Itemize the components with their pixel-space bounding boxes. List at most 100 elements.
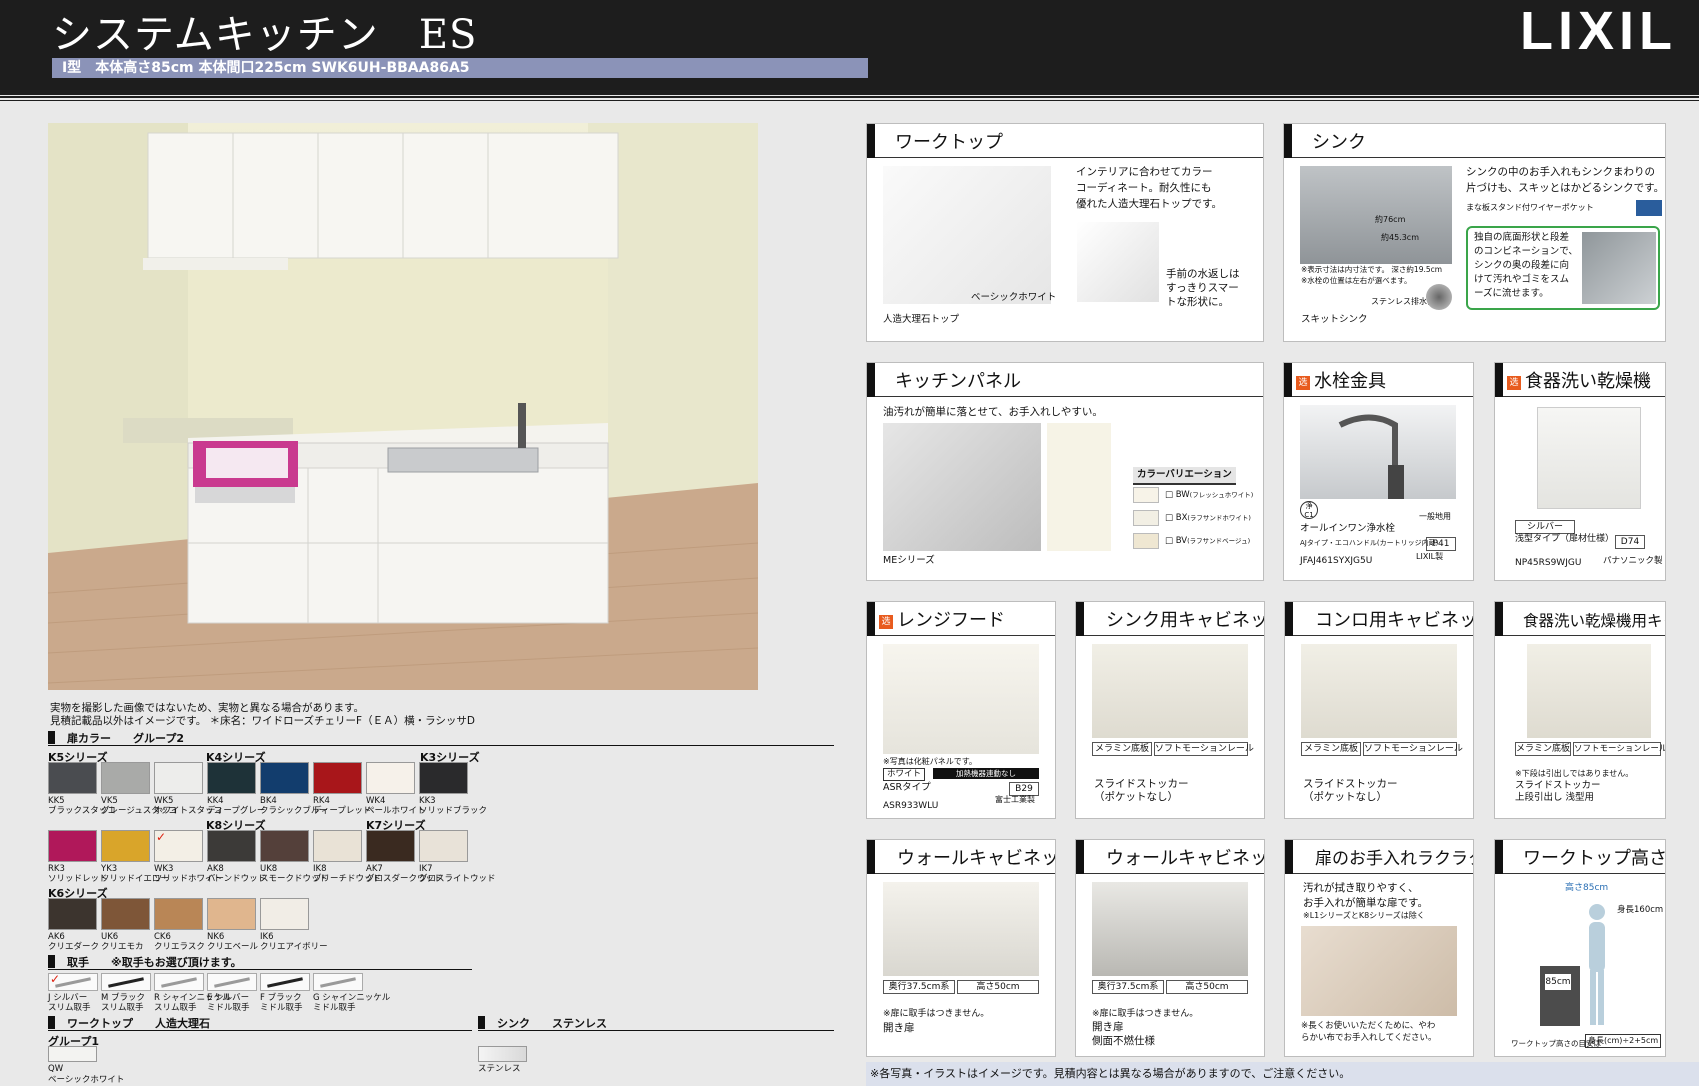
card-title: ワークトップ高さ (1495, 840, 1665, 874)
door-care-desc: お手入れが簡単な扉です。 (1303, 897, 1428, 909)
handle-swatch[interactable] (207, 973, 257, 991)
door-color-swatch[interactable] (154, 898, 203, 930)
panel-photo (883, 423, 1041, 551)
handle-label: スリム取手 (154, 1003, 197, 1013)
worktop-desc: 優れた人造大理石トップです。 (1076, 198, 1222, 210)
handle-bar (108, 977, 144, 988)
depth-tag: 奥行37.5cm系 (883, 980, 955, 994)
door-color-swatch[interactable] (419, 762, 468, 794)
door-care-photo (1301, 926, 1457, 1016)
swatch-name: クリエダーク (48, 942, 100, 952)
swatch-code: KK5 (48, 796, 65, 806)
swatch-code: WK3 (154, 864, 174, 874)
card-range-hood: 选レンジフード ※写真は化粧パネルです。 ホワイト 加熱機器連動なし ASRタイ… (866, 601, 1056, 819)
image-caption: 見積記載品以外はイメージです。 ＊床名：ワイドローズチェリーF（ＥＡ）横・ラシッ… (50, 715, 475, 727)
badge-icon (1636, 200, 1662, 216)
card-worktop-height: ワークトップ高さ 高さ85cm 身長160cm 85cm ワークトップ高さの目安… (1494, 839, 1666, 1057)
dishwasher-photo (1537, 407, 1641, 509)
page-ref: D74 (1615, 535, 1645, 549)
sink-name: ステンレス (478, 1064, 521, 1074)
door-color-swatch[interactable] (260, 830, 309, 862)
feature-tag: ソフトモーションレール (1363, 742, 1463, 756)
swatch-code: AK6 (48, 932, 65, 942)
header-rule (0, 96, 1699, 98)
sink-swatch[interactable] (478, 1046, 527, 1062)
handle-bar (267, 977, 303, 988)
feature-tag: メラミン底板 (1092, 742, 1152, 756)
swatch-code: NK6 (207, 932, 225, 942)
swatch-code: BK4 (260, 796, 277, 806)
door-color-swatch[interactable] (101, 830, 150, 862)
door-color-swatch[interactable] (313, 830, 362, 862)
handle-swatch[interactable] (313, 973, 363, 991)
wall-cabinet-line: 開き扉 (883, 1022, 915, 1034)
door-color-swatch[interactable] (207, 830, 256, 862)
handle-swatch[interactable] (101, 973, 151, 991)
worktop-name: ベーシックホワイト (48, 1075, 125, 1085)
worktop-photo (883, 166, 1051, 304)
sink-desc: シンクの中のお手入れもシンクまわりの (1466, 166, 1655, 178)
feature-tag: メラミン底板 (1301, 742, 1361, 756)
door-color-swatch[interactable] (207, 898, 256, 930)
handle-bar (320, 977, 356, 988)
card-title: 扉のお手入れラクラク (1285, 840, 1473, 874)
worktop-desc2: トな形状に。 (1166, 296, 1229, 308)
panel-color-swatch[interactable] (1133, 510, 1159, 526)
door-color-swatch[interactable] (48, 830, 97, 862)
panel-color-swatch[interactable] (1133, 533, 1159, 549)
feature-tag: ソフトモーションレール (1573, 742, 1666, 756)
swatch-code: IK6 (260, 932, 274, 942)
footnote: ※各写真・イラストはイメージです。見積内容とは異なる場合がありますので、ご注意く… (866, 1062, 1699, 1086)
door-color-swatch[interactable] (154, 762, 203, 794)
panel-color-swatch[interactable] (1133, 487, 1159, 503)
card-title: ウォールキャビネット (867, 840, 1055, 874)
feature-tag: ソフトモーションレール (1154, 742, 1254, 756)
selected-check-icon: ✓ (156, 830, 167, 844)
lixil-logo: LIXIL (1520, 1, 1677, 61)
card-dishwasher-cabinet: 食器洗い乾燥機用キャビネット メラミン底板 ソフトモーションレール ※下段は引出… (1494, 601, 1666, 819)
card-kitchen-panel: キッチンパネル 油汚れが簡単に落とせて、お手入れしやすい。 カラーバリエーション… (866, 362, 1264, 581)
swatch-name: クリエモカ (101, 942, 144, 952)
sink-caption: スキットシンク (1301, 314, 1368, 325)
door-color-swatch[interactable] (101, 762, 150, 794)
swatch-name: バーンドウッド (207, 874, 267, 884)
sink-desc: 片づけも、スキッとはかどるシンクです。 (1466, 182, 1665, 194)
swatch-code: RK3 (48, 864, 65, 874)
card-title: 选食器洗い乾燥機 (1495, 363, 1665, 397)
card-sink: シンク 約76cm 約45.3cm ※表示寸法は内寸法です。 深さ約19.5cm… (1283, 123, 1666, 342)
card-title: コンロ用キャビネット (1285, 602, 1473, 636)
door-color-swatch[interactable] (366, 830, 415, 862)
cabinet-line: （ポケットなし） (1303, 791, 1387, 803)
dishwasher-maker: パナソニック製 (1603, 556, 1663, 566)
door-color-swatch[interactable] (260, 898, 309, 930)
door-color-swatch[interactable] (419, 830, 468, 862)
door-color-swatch[interactable] (313, 762, 362, 794)
faucet-photo (1300, 405, 1456, 499)
option-icon: 选 (879, 615, 893, 629)
handle-swatch[interactable] (260, 973, 310, 991)
handle-swatch[interactable] (154, 973, 204, 991)
dishwasher-model: NP45RS9WJGU (1515, 558, 1582, 568)
swatch-name: ディープレッド (313, 806, 372, 816)
door-color-swatch[interactable] (366, 762, 415, 794)
cabinet-line: スライドストッカー (1303, 778, 1398, 790)
door-color-swatch[interactable] (260, 762, 309, 794)
worktop-swatch[interactable] (48, 1046, 97, 1062)
handle-label: E シルバー (207, 993, 250, 1003)
door-color-swatch[interactable] (48, 898, 97, 930)
wall-cabinet-photo (1092, 882, 1248, 976)
header-rule-thin (0, 100, 1699, 101)
door-color-swatch[interactable] (48, 762, 97, 794)
worktop-select-header: ワークトップ 人造大理石 (48, 1015, 472, 1031)
cabinet-line: スライドストッカー (1094, 778, 1189, 790)
door-color-swatch[interactable] (207, 762, 256, 794)
handle-label: スリム取手 (101, 1003, 144, 1013)
hood-type: ASRタイプ (883, 782, 931, 793)
faucet-model: JFAJ461SYXJG5U (1300, 556, 1373, 566)
door-color-swatch[interactable] (101, 898, 150, 930)
door-care-desc: 汚れが拭き取りやすく、 (1303, 882, 1419, 894)
sink-feature-text: 独自の底面形状と段差 (1474, 232, 1570, 243)
panel-color-label: □ BW(フレッシュホワイト) (1165, 490, 1254, 500)
handle-label: G シャインニッケル (313, 993, 391, 1003)
card-title: シンク用キャビネット (1076, 602, 1264, 636)
